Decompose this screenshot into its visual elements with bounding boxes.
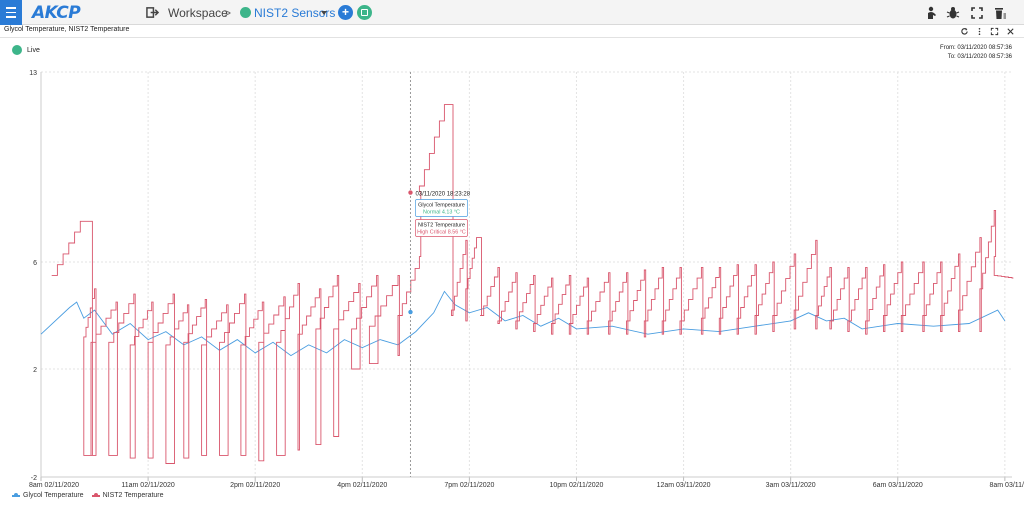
expand-icon[interactable] [990, 27, 999, 36]
add-button[interactable]: + [338, 5, 353, 20]
legend-swatch [12, 493, 20, 497]
breadcrumb-workspace[interactable]: Workspace [168, 0, 228, 25]
legend-label: Glycol Temperature [23, 492, 84, 499]
x-tick-label: 10pm 02/11/2020 [549, 482, 603, 489]
x-tick-label: 3am 03/11/2020 [766, 482, 816, 489]
panel-header [0, 26, 1024, 38]
breadcrumb-separator: > [224, 5, 232, 20]
tooltip-nist2-title: NIST2 Temperature [418, 223, 465, 229]
person-icon[interactable] [925, 6, 939, 20]
hamburger-menu-button[interactable] [0, 0, 22, 25]
bug-icon[interactable] [946, 6, 960, 20]
legend-swatch [91, 493, 100, 497]
y-tick-label: 13 [29, 70, 37, 77]
live-label: Live [27, 46, 40, 54]
chart-grid [40, 71, 1012, 478]
x-tick-label: 8am 02/11/2020 [29, 482, 79, 489]
temperature-chart[interactable]: 13 6 2 -28am 02/11/2020 11am 02/11/2020 2pm 0… [0, 60, 1024, 490]
save-button[interactable] [357, 5, 372, 20]
chart-series [40, 104, 1014, 464]
highlight-point-glycol [408, 309, 413, 315]
trash-icon[interactable] [993, 6, 1007, 20]
y-tick-label: 6 [33, 260, 37, 267]
x-tick-label: 12am 03/11/2020 [657, 482, 711, 489]
akcp-logo: AKCP [32, 3, 81, 23]
hamburger-icon [6, 6, 16, 20]
x-tick-label: 7pm 02/11/2020 [444, 482, 494, 489]
save-icon [361, 9, 368, 16]
tooltip-timestamp: 03/11/2020 18:23:28 [415, 192, 470, 198]
chevron-down-icon[interactable] [321, 11, 327, 15]
exit-icon[interactable] [146, 6, 159, 19]
live-dot [12, 45, 22, 55]
tooltip-glycol-title: Glycol Temperature [418, 203, 465, 209]
panel-title: Glycol Temperature, NIST2 Temperature [4, 26, 130, 33]
series-line-glycol [40, 290, 1006, 357]
legend-item-nist2[interactable]: NIST2 Temperature [91, 492, 164, 499]
chart-axes: 13 6 2 -28am 02/11/2020 11am 02/11/2020 2pm 0… [29, 70, 1024, 489]
legend-item-glycol[interactable]: Glycol Temperature [12, 492, 84, 499]
highlight-point-nist2 [408, 190, 413, 195]
chart-legend: Glycol Temperature NIST2 Temperature [12, 492, 172, 499]
fullscreen-icon[interactable] [970, 6, 984, 20]
live-indicator[interactable]: Live [12, 45, 40, 55]
tooltip-nist2-value: High Critical 8.56 °C [417, 230, 466, 236]
range-from: From: 03/11/2020 08:57:36 [940, 45, 1012, 51]
status-dot [240, 7, 251, 18]
x-tick-label: 4pm 02/11/2020 [337, 482, 387, 489]
series-line-nist2 [51, 104, 1014, 464]
y-tick-label: -2 [31, 475, 37, 482]
x-tick-label: 11am 02/11/2020 [121, 482, 175, 489]
more-icon[interactable] [975, 27, 984, 36]
x-tick-label: 8am 03/11/ [989, 482, 1024, 489]
refresh-icon[interactable] [960, 27, 969, 36]
tooltip-glycol-value: Normal 4.13 °C [423, 210, 460, 216]
x-tick-label: 2pm 02/11/2020 [230, 482, 280, 489]
y-tick-label: 2 [33, 367, 37, 374]
legend-label: NIST2 Temperature [102, 492, 164, 499]
close-icon[interactable] [1006, 27, 1015, 36]
top-bar: AKCP Workspace > NIST2 Sensors + [0, 0, 1024, 25]
x-tick-label: 6am 03/11/2020 [873, 482, 923, 489]
